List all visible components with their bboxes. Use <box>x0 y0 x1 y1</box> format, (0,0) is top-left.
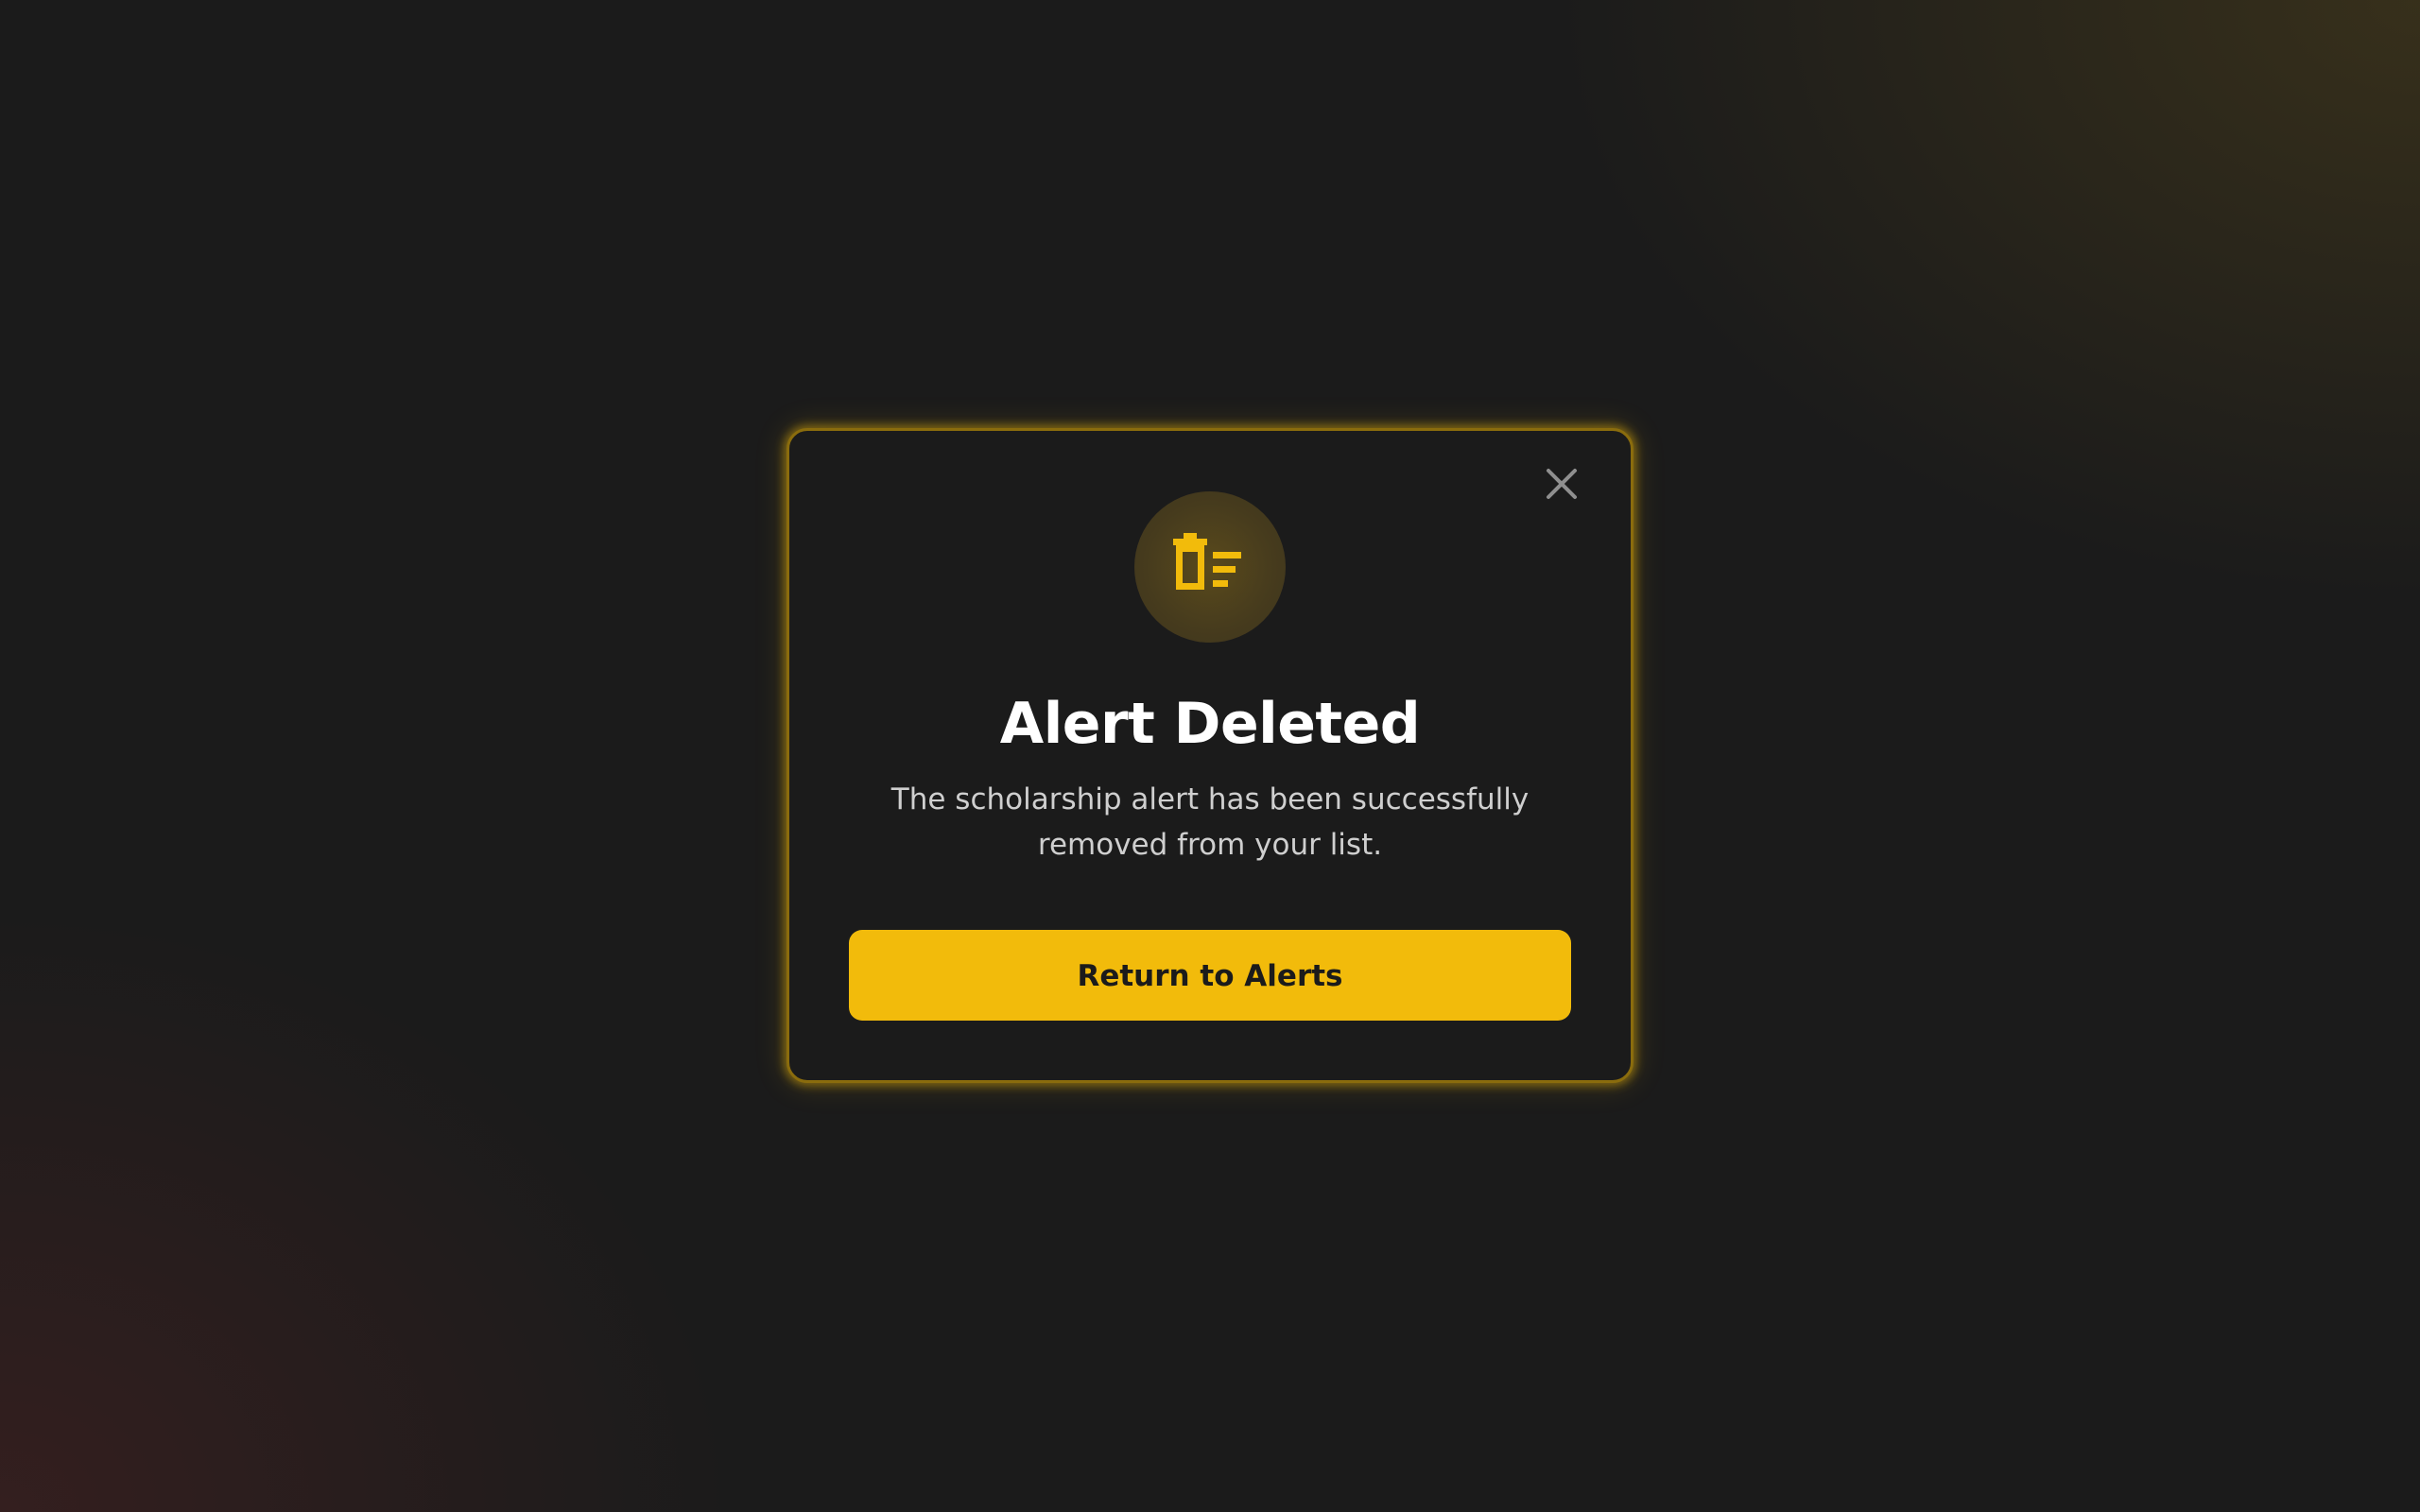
close-icon <box>1547 469 1577 499</box>
icon-badge <box>1134 491 1286 643</box>
return-to-alerts-button[interactable]: Return to Alerts <box>849 930 1571 1021</box>
trash-list-icon <box>1173 533 1241 590</box>
dialog-message: The scholarship alert has been successfu… <box>890 782 1530 862</box>
dialog-title: Alert Deleted <box>999 691 1421 757</box>
close-button[interactable] <box>1545 467 1579 501</box>
